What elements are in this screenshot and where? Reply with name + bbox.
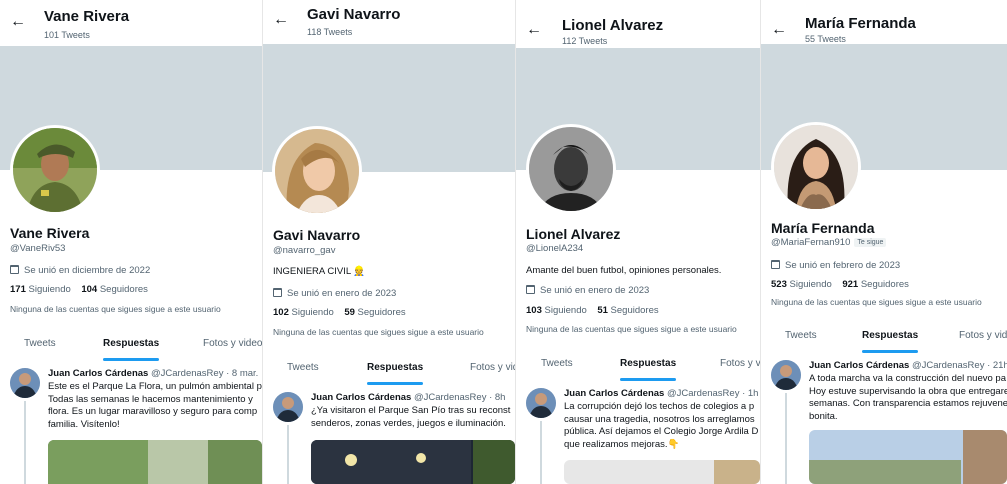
calendar-icon bbox=[771, 260, 780, 269]
back-arrow-icon[interactable]: ← bbox=[273, 12, 289, 28]
tab-replies[interactable]: Respuestas bbox=[620, 358, 677, 381]
handle: @VaneRiv53 bbox=[10, 243, 66, 254]
tweet-avatar[interactable] bbox=[10, 368, 40, 398]
profile-tabs: Tweets Respuestas Fotos y v bbox=[516, 354, 760, 381]
profile-header: ← Gavi Navarro 118 Tweets bbox=[263, 0, 515, 44]
mutual-followers-note: Ninguna de las cuentas que sigues sigue … bbox=[10, 304, 221, 314]
calendar-icon bbox=[273, 288, 282, 297]
avatar[interactable] bbox=[526, 124, 616, 214]
tab-tweets[interactable]: Tweets bbox=[287, 362, 319, 373]
follows-you-badge: Te sigue bbox=[854, 238, 887, 247]
header-tweets-count: 101 Tweets bbox=[44, 30, 90, 40]
avatar[interactable] bbox=[272, 126, 362, 216]
tweet-text: Este es el Parque La Flora, un pulmón am… bbox=[48, 381, 262, 430]
tweet[interactable]: Juan Carlos Cárdenas @JCardenasRey · 8 m… bbox=[0, 368, 262, 484]
tab-replies[interactable]: Respuestas bbox=[862, 330, 919, 353]
tweet-text: ¿Ya visitaron el Parque San Pío tras su … bbox=[311, 405, 511, 429]
tweet[interactable]: Juan Carlos Cárdenas @JCardenasRey · 8h … bbox=[263, 392, 515, 484]
tweet-meta: Juan Carlos Cárdenas @JCardenasRey · 8 m… bbox=[48, 368, 259, 379]
bio: INGENIERA CIVIL 👷 bbox=[273, 266, 366, 277]
mutual-followers-note: Ninguna de las cuentas que sigues sigue … bbox=[273, 327, 484, 337]
back-arrow-icon[interactable]: ← bbox=[10, 14, 26, 30]
avatar[interactable] bbox=[10, 125, 100, 215]
tweet-media[interactable] bbox=[48, 440, 262, 484]
profile-tabs: Tweets Respuestas Fotos y video bbox=[0, 334, 262, 361]
tweet[interactable]: Juan Carlos Cárdenas @JCardenasRey · 1h … bbox=[516, 388, 760, 484]
header-name: Gavi Navarro bbox=[307, 6, 401, 23]
handle: @LionelA234 bbox=[526, 243, 584, 254]
thread-line bbox=[540, 421, 542, 484]
profile-header: ← María Fernanda 55 Tweets bbox=[761, 0, 1007, 44]
tweet-avatar[interactable] bbox=[526, 388, 556, 418]
avatar[interactable] bbox=[771, 122, 861, 212]
mutual-followers-note: Ninguna de las cuentas que sigues sigue … bbox=[526, 324, 737, 334]
profile-header: ← Lionel Alvarez 112 Tweets bbox=[516, 0, 760, 48]
tweet-text: La corrupción dejó los techos de colegio… bbox=[564, 401, 759, 450]
thread-line bbox=[24, 401, 26, 484]
display-name: Gavi Navarro bbox=[273, 227, 361, 243]
header-tweets-count: 55 Tweets bbox=[805, 34, 846, 44]
profile-tabs: Tweets Respuestas Fotos y vid bbox=[263, 358, 515, 385]
joined-date: Se unió en enero de 2023 bbox=[273, 288, 396, 299]
tweet[interactable]: Juan Carlos Cárdenas @JCardenasRey · 21h… bbox=[761, 360, 1007, 484]
tab-media[interactable]: Fotos y vid bbox=[470, 362, 515, 373]
profile-tabs: Tweets Respuestas Fotos y vide bbox=[761, 326, 1007, 353]
tweet-meta: Juan Carlos Cárdenas @JCardenasRey · 21h bbox=[809, 360, 1007, 371]
profile-panel-gavi: ← Gavi Navarro 118 Tweets Gavi Navarro @… bbox=[263, 0, 516, 484]
tweet-media[interactable] bbox=[564, 460, 760, 484]
joined-date: Se unió en diciembre de 2022 bbox=[10, 265, 150, 276]
calendar-icon bbox=[10, 265, 19, 274]
back-arrow-icon[interactable]: ← bbox=[526, 22, 542, 38]
tab-replies[interactable]: Respuestas bbox=[367, 362, 424, 385]
bio: Amante del buen futbol, opiniones person… bbox=[526, 265, 722, 276]
follow-stats[interactable]: 103 Siguiendo 51 Seguidores bbox=[526, 305, 659, 316]
thread-line bbox=[287, 425, 289, 484]
profile-panel-vane: ← Vane Rivera 101 Tweets Vane Rivera @Va… bbox=[0, 0, 263, 484]
header-tweets-count: 118 Tweets bbox=[307, 27, 353, 37]
display-name: María Fernanda bbox=[771, 220, 875, 236]
tab-media[interactable]: Fotos y video bbox=[203, 338, 262, 349]
tweet-meta: Juan Carlos Cárdenas @JCardenasRey · 1h bbox=[564, 388, 759, 399]
follow-stats[interactable]: 171 Siguiendo 104 Seguidores bbox=[10, 284, 148, 295]
display-name: Vane Rivera bbox=[10, 225, 90, 241]
tweet-meta: Juan Carlos Cárdenas @JCardenasRey · 8h bbox=[311, 392, 506, 403]
joined-date: Se unió en febrero de 2023 bbox=[771, 260, 900, 271]
tweet-media[interactable] bbox=[809, 430, 1007, 484]
profile-panel-maria: ← María Fernanda 55 Tweets María Fernand… bbox=[761, 0, 1007, 484]
joined-date: Se unió en enero de 2023 bbox=[526, 285, 649, 296]
tab-tweets[interactable]: Tweets bbox=[541, 358, 573, 369]
profile-header: ← Vane Rivera 101 Tweets bbox=[0, 0, 262, 46]
tab-media[interactable]: Fotos y v bbox=[720, 358, 760, 369]
tweet-avatar[interactable] bbox=[273, 392, 303, 422]
tab-tweets[interactable]: Tweets bbox=[785, 330, 817, 341]
profile-panel-lionel: ← Lionel Alvarez 112 Tweets Lionel Alvar… bbox=[516, 0, 761, 484]
header-name: Vane Rivera bbox=[44, 8, 130, 25]
thread-line bbox=[785, 393, 787, 484]
tweet-avatar[interactable] bbox=[771, 360, 801, 390]
tweet-media[interactable] bbox=[311, 440, 515, 484]
header-name: Lionel Alvarez bbox=[562, 17, 664, 34]
tab-media[interactable]: Fotos y vide bbox=[959, 330, 1007, 341]
tab-replies[interactable]: Respuestas bbox=[103, 338, 160, 361]
header-tweets-count: 112 Tweets bbox=[562, 36, 608, 46]
tweet-text: A toda marcha va la construcción del nue… bbox=[809, 373, 1007, 422]
calendar-icon bbox=[526, 285, 535, 294]
handle: @navarro_gav bbox=[273, 245, 336, 256]
handle: @MariaFernan910 Te sigue bbox=[771, 237, 887, 248]
tab-tweets[interactable]: Tweets bbox=[24, 338, 56, 349]
follow-stats[interactable]: 523 Siguiendo 921 Seguidores bbox=[771, 279, 909, 290]
mutual-followers-note: Ninguna de las cuentas que sigues sigue … bbox=[771, 297, 982, 307]
back-arrow-icon[interactable]: ← bbox=[771, 22, 787, 38]
display-name: Lionel Alvarez bbox=[526, 226, 621, 242]
follow-stats[interactable]: 102 Siguiendo 59 Seguidores bbox=[273, 307, 406, 318]
header-name: María Fernanda bbox=[805, 15, 916, 32]
